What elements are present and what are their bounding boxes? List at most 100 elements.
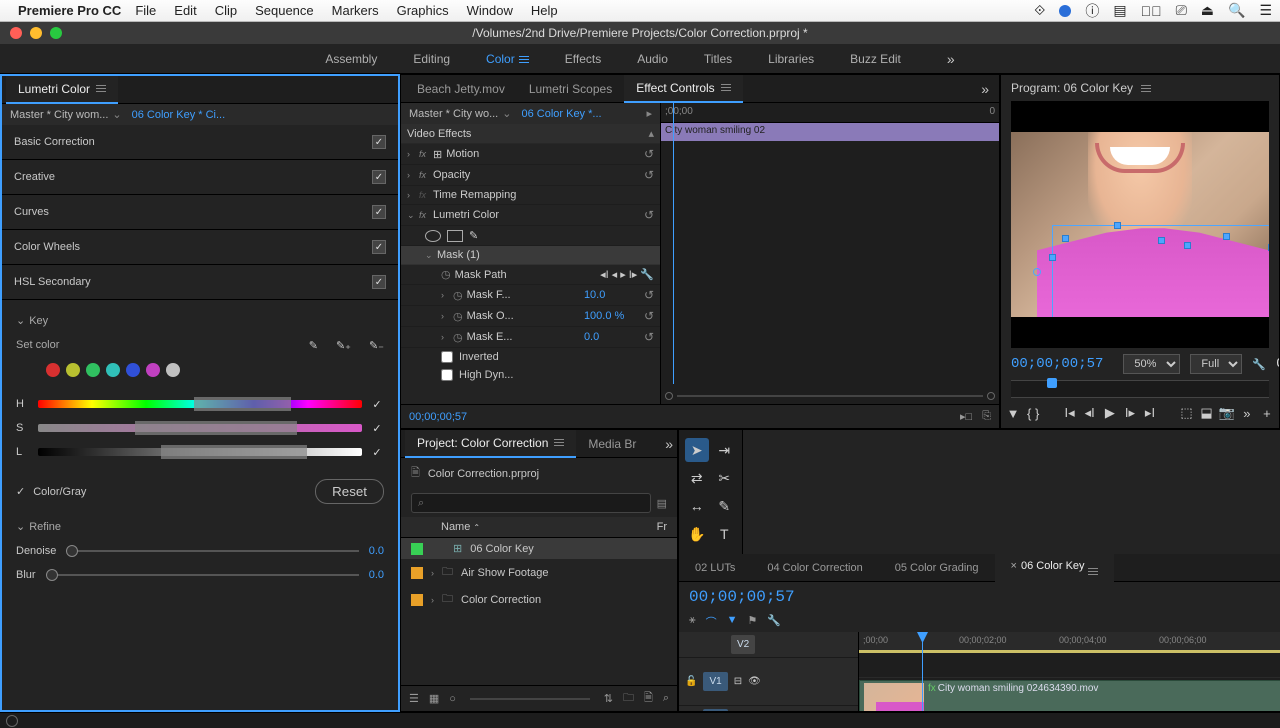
- ec-high-dyn-checkbox[interactable]: High Dyn...: [401, 366, 660, 384]
- workspace-buzz-edit[interactable]: Buzz Edit: [850, 52, 901, 66]
- tab-media-browser[interactable]: Media Br: [576, 431, 648, 457]
- display-icon[interactable]: ▤: [1113, 2, 1126, 19]
- menu-help[interactable]: Help: [531, 3, 558, 18]
- mask-pen-button[interactable]: ✎: [469, 229, 478, 242]
- step-fwd-button[interactable]: I▸: [1122, 402, 1138, 424]
- track-prev-icon[interactable]: ◂: [612, 268, 618, 281]
- search-icon[interactable]: ⌕: [663, 692, 669, 705]
- timeline-content[interactable]: ;00;00 00;00;02;00 00;00;04;00 00;00;06;…: [859, 632, 1280, 712]
- status-dot-icon[interactable]: [1059, 5, 1071, 17]
- hsl-reset-button[interactable]: Reset: [315, 479, 384, 504]
- settings-wrench-icon[interactable]: 🔧: [1252, 358, 1266, 371]
- menu-clip[interactable]: Clip: [215, 3, 237, 18]
- timeline-tab-06[interactable]: ×06 Color Key: [995, 553, 1114, 583]
- selection-tool[interactable]: ➤: [685, 438, 709, 462]
- program-scrubber[interactable]: [1011, 380, 1269, 398]
- source-overflow-button[interactable]: »: [981, 81, 989, 97]
- ec-time-remapping[interactable]: ›fxTime Remapping: [401, 186, 660, 205]
- ec-clip-label[interactable]: 06 Color Key *...: [521, 108, 601, 120]
- program-timecode-left[interactable]: 00;00;00;57: [1011, 356, 1103, 372]
- panel-menu-icon[interactable]: [721, 84, 731, 91]
- menu-sequence[interactable]: Sequence: [255, 3, 314, 18]
- label-color[interactable]: [411, 543, 423, 555]
- refine-header[interactable]: ⌄Refine: [16, 520, 384, 533]
- razor-tool[interactable]: ✂: [713, 466, 737, 490]
- project-search-input[interactable]: [411, 493, 651, 513]
- toggle-output-icon[interactable]: 👁: [748, 676, 761, 687]
- swatch-red[interactable]: [46, 363, 60, 377]
- ec-opacity[interactable]: ›fxOpacity↺: [401, 165, 660, 186]
- section-checkbox[interactable]: ✓: [372, 135, 386, 149]
- ec-zoom-slider[interactable]: [677, 395, 983, 397]
- ec-play-icon[interactable]: ▸: [646, 107, 652, 120]
- lum-enable-check[interactable]: ✓: [370, 445, 384, 459]
- menu-file[interactable]: File: [135, 3, 156, 18]
- eyedropper-remove-icon[interactable]: ✎₋: [369, 339, 384, 352]
- workspace-overflow-button[interactable]: »: [947, 51, 955, 67]
- thumbnail-size-slider[interactable]: [470, 698, 590, 700]
- lum-creative[interactable]: Creative✓: [2, 160, 398, 195]
- workspace-color[interactable]: Color: [486, 52, 529, 66]
- project-overflow-button[interactable]: »: [665, 436, 673, 452]
- lum-basic-correction[interactable]: Basic Correction✓: [2, 125, 398, 160]
- lum-curves[interactable]: Curves✓: [2, 195, 398, 230]
- menu-graphics[interactable]: Graphics: [397, 3, 449, 18]
- program-zoom-select[interactable]: 50%: [1123, 354, 1180, 374]
- timeline-settings-icon[interactable]: ⚑: [748, 614, 758, 630]
- section-checkbox[interactable]: ✓: [372, 205, 386, 219]
- step-back-button[interactable]: ◂I: [1082, 402, 1098, 424]
- button-editor-add[interactable]: +: [1259, 402, 1275, 424]
- pen-tool[interactable]: ✎: [713, 494, 737, 518]
- mark-out-button[interactable]: { }: [1025, 402, 1041, 424]
- spotlight-icon[interactable]: 🔍: [1228, 2, 1245, 19]
- ec-mask-1[interactable]: ⌄Mask (1): [401, 246, 660, 265]
- new-bin-icon[interactable]: 🗀: [623, 689, 634, 708]
- window-close-button[interactable]: [10, 27, 22, 39]
- twirl-icon[interactable]: ›: [431, 568, 434, 578]
- ec-playhead[interactable]: [673, 103, 674, 384]
- menu-window[interactable]: Window: [467, 3, 513, 18]
- swatch-yellow[interactable]: [66, 363, 80, 377]
- project-item-bin[interactable]: › 🗀 Air Show Footage: [401, 559, 677, 586]
- color-gray-checkbox[interactable]: ✓: [16, 485, 25, 498]
- tab-lumetri-scopes[interactable]: Lumetri Scopes: [517, 76, 624, 102]
- panel-menu-icon[interactable]: [96, 85, 106, 92]
- sat-enable-check[interactable]: ✓: [370, 421, 384, 435]
- timeline-timecode[interactable]: 00;00;00;57: [689, 588, 795, 606]
- program-resolution-select[interactable]: Full: [1190, 354, 1242, 374]
- workspace-assembly[interactable]: Assembly: [325, 52, 377, 66]
- section-checkbox[interactable]: ✓: [372, 275, 386, 289]
- lock-icon[interactable]: 🔓: [685, 676, 697, 687]
- menu-edit[interactable]: Edit: [174, 3, 196, 18]
- linked-selection-icon[interactable]: ⌒: [706, 614, 717, 630]
- lum-color-wheels[interactable]: Color Wheels✓: [2, 230, 398, 265]
- type-tool[interactable]: T: [713, 522, 737, 546]
- eject-icon[interactable]: ⏏: [1201, 2, 1214, 19]
- export-frame-button[interactable]: 📷: [1219, 402, 1235, 424]
- mark-in-button[interactable]: ▼: [1005, 402, 1021, 424]
- lum-key-header[interactable]: ⌄Key: [16, 314, 384, 327]
- ec-video-effects-header[interactable]: Video Effects ▴: [401, 124, 660, 144]
- saturation-slider[interactable]: S ✓: [16, 421, 384, 435]
- dynamic-link-icon[interactable]: [6, 715, 18, 727]
- new-item-icon[interactable]: 🗎: [644, 689, 653, 708]
- workspace-audio[interactable]: Audio: [637, 52, 668, 66]
- workspace-libraries[interactable]: Libraries: [768, 52, 814, 66]
- video-icon[interactable]: ▸⃞: [1141, 3, 1162, 19]
- ec-zoom-in[interactable]: [987, 392, 995, 400]
- project-item-sequence[interactable]: ⊞ 06 Color Key: [401, 538, 677, 559]
- menu-markers[interactable]: Markers: [332, 3, 379, 18]
- ec-toggle-icon[interactable]: ▸□: [960, 410, 972, 423]
- ec-mask-opacity[interactable]: ›◷Mask O...100.0 %↺: [401, 306, 660, 327]
- ec-master-label[interactable]: Master * City wo...: [409, 108, 498, 120]
- timeline-playhead[interactable]: [922, 632, 923, 712]
- reset-icon[interactable]: ↺: [644, 288, 654, 302]
- airplay-icon[interactable]: ⎚: [1176, 2, 1187, 19]
- info-icon[interactable]: ⓘ: [1085, 1, 1099, 21]
- window-minimize-button[interactable]: [30, 27, 42, 39]
- mask-rect-button[interactable]: [447, 230, 463, 242]
- timeline-tab-05[interactable]: 05 Color Grading: [879, 555, 995, 581]
- tab-lumetri-color[interactable]: Lumetri Color: [6, 76, 118, 104]
- program-menu-icon[interactable]: [1141, 85, 1151, 92]
- window-maximize-button[interactable]: [50, 27, 62, 39]
